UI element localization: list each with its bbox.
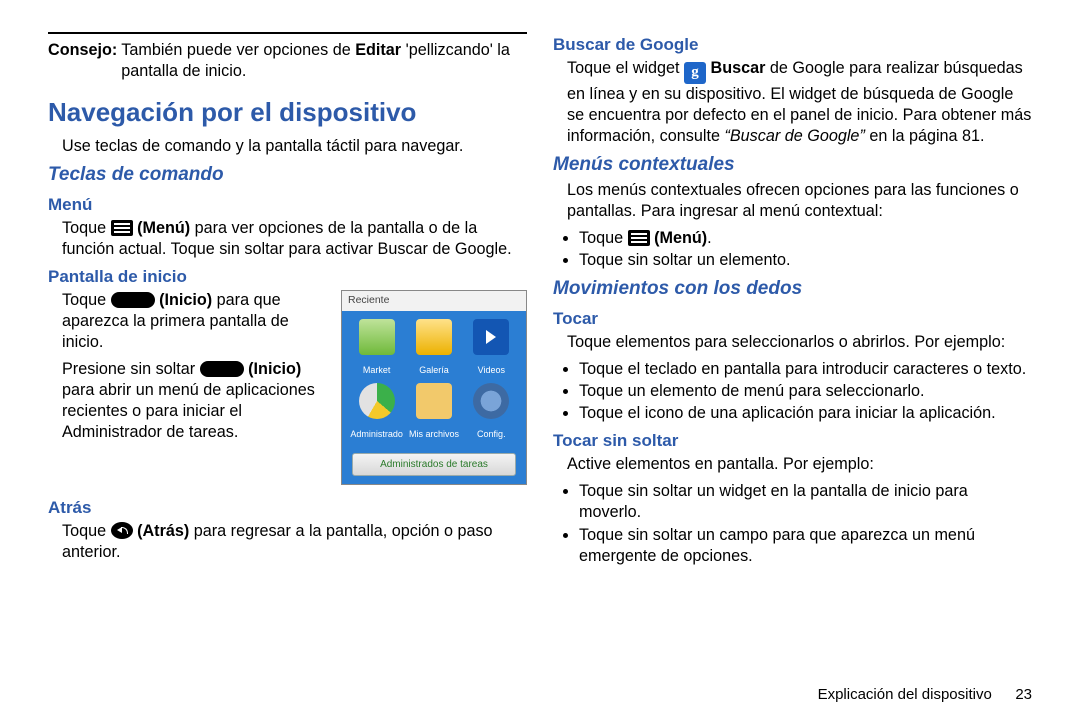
page-footer: Explicación del dispositivo 23 [818,685,1032,705]
tocarsin-paragraph: Active elementos en pantalla. Por ejempl… [553,454,1032,475]
list-item: Toque el icono de una aplicación para in… [579,403,1032,424]
divider [48,32,527,34]
subheading-tocar-sin-soltar: Tocar sin soltar [553,430,1032,452]
menus-list: Toque (Menú). Toque sin soltar un elemen… [553,228,1032,271]
left-column: Consejo: También puede ver opciones de E… [48,32,527,573]
list-item: Toque sin soltar un campo para que apare… [579,525,1032,567]
settings-icon [473,383,509,419]
subheading-google: Buscar de Google [553,34,1032,56]
google-icon: g [684,62,706,84]
menu-paragraph: Toque (Menú) para ver opciones de la pan… [48,218,527,260]
menus-paragraph: Los menús contextuales ofrecen opciones … [553,180,1032,222]
back-icon [111,522,133,539]
menu-icon [111,220,133,236]
recent-item: Market [348,319,405,379]
atras-paragraph: Toque (Atrás) para regresar a la pantall… [48,521,527,563]
recent-item: Administrado [348,383,405,443]
tocarsin-list: Toque sin soltar un widget en la pantall… [553,481,1032,566]
tip-block: Consejo: También puede ver opciones de E… [48,40,527,82]
subheading-teclas: Teclas de comando [48,163,527,188]
subheading-menus-contextuales: Menús contextuales [553,153,1032,178]
recent-item: Config. [463,383,520,443]
recent-item: Mis archivos [405,383,462,443]
list-item: Toque sin soltar un widget en la pantall… [579,481,1032,523]
recent-item: Galería [405,319,462,379]
menu-icon [628,230,650,246]
recent-item: Videos [463,319,520,379]
list-item: Toque (Menú). [579,228,1032,249]
recent-grid: Market Galería Videos Administrado [342,311,526,447]
tip-label: Consejo: [48,40,121,82]
subheading-tocar: Tocar [553,308,1032,330]
recent-apps-figure: Reciente Market Galería Videos [341,290,527,485]
recent-header: Reciente [342,291,526,311]
nav-intro: Use teclas de comando y la pantalla táct… [48,136,527,157]
tocar-paragraph: Toque elementos para seleccionarlos o ab… [553,332,1032,353]
market-icon [359,319,395,355]
tocar-list: Toque el teclado en pantalla para introd… [553,359,1032,424]
subheading-pantalla-inicio: Pantalla de inicio [48,266,527,288]
subheading-menu: Menú [48,194,527,216]
list-item: Toque un elemento de menú para seleccion… [579,381,1032,402]
home-icon [200,361,244,377]
gallery-icon [416,319,452,355]
subheading-atras: Atrás [48,497,527,519]
section-heading-navigation: Navegación por el dispositivo [48,96,527,130]
subheading-movimientos: Movimientos con los dedos [553,277,1032,302]
task-manager-button: Administrados de tareas [352,453,516,476]
tip-text: También puede ver opciones de Editar 'pe… [121,40,527,82]
right-column: Buscar de Google Toque el widget g Busca… [553,32,1032,573]
footer-chapter: Explicación del dispositivo [818,686,992,703]
footer-page-number: 23 [996,685,1032,705]
videos-icon [473,319,509,355]
task-manager-icon [359,383,395,419]
list-item: Toque el teclado en pantalla para introd… [579,359,1032,380]
files-icon [416,383,452,419]
list-item: Toque sin soltar un elemento. [579,250,1032,271]
google-paragraph: Toque el widget g Buscar de Google para … [553,58,1032,147]
home-icon [111,292,155,308]
